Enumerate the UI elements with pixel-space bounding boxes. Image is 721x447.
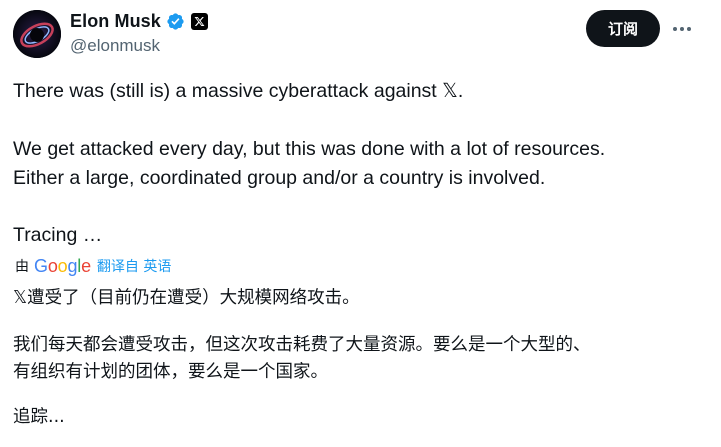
tweet-text-paragraph-2-line-1: We get attacked every day, but this was … — [13, 138, 606, 160]
translated-paragraph-2-line-1: 我们每天都会遭受攻击，但这次攻击耗费了大量资源。要么是一个大型的、 — [13, 335, 591, 355]
translated-from-link[interactable]: 翻译自 英语 — [97, 256, 171, 276]
author-display-name[interactable]: Elon Musk — [70, 11, 161, 32]
tweet-text-paragraph-1: There was (still is) a massive cyberatta… — [13, 80, 464, 102]
tweet: Elon Musk @elonmusk 订阅 There was (still … — [0, 0, 721, 447]
subscribe-button[interactable]: 订阅 — [586, 10, 660, 47]
tweet-text-paragraph-2-line-2: Either a large, coordinated group and/or… — [13, 167, 546, 189]
translation-attribution: 由 Google 翻译自 英语 — [15, 255, 171, 277]
verified-badge-icon[interactable] — [166, 12, 185, 31]
translation-by-label: 由 — [15, 259, 29, 275]
google-logo: Google — [34, 255, 91, 276]
translated-paragraph-3: 追踪... — [13, 407, 65, 427]
translated-paragraph-2-line-2: 有组织有计划的团体，要么是一个国家。 — [13, 362, 328, 382]
avatar[interactable] — [13, 10, 61, 58]
author-handle[interactable]: @elonmusk — [70, 36, 160, 56]
more-icon[interactable] — [669, 16, 695, 42]
x-affiliation-icon[interactable] — [190, 12, 208, 30]
author-name-row: Elon Musk — [70, 10, 208, 32]
translated-paragraph-1: 𝕏遭受了（目前仍在遭受）大规模网络攻击。 — [13, 288, 360, 308]
tweet-text-paragraph-3: Tracing … — [13, 224, 103, 246]
